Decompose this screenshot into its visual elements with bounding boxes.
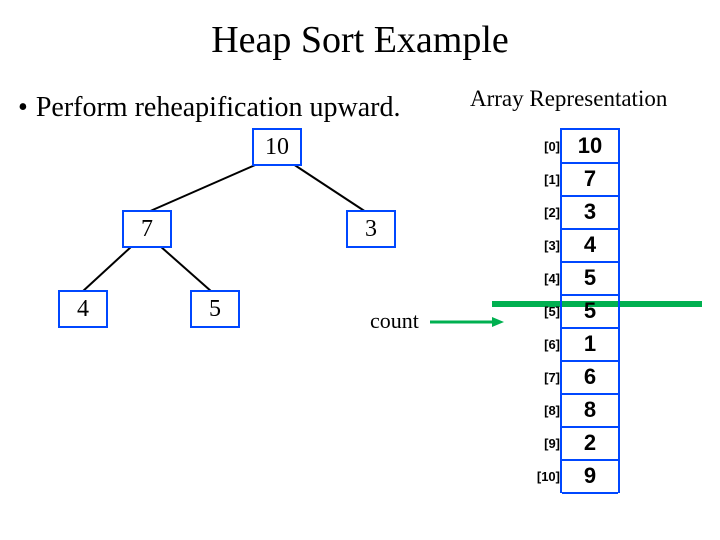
array-index: [3] (520, 238, 560, 253)
array-index: [0] (520, 139, 560, 154)
array-row: [3]4 (562, 229, 618, 262)
array-index: [2] (520, 205, 560, 220)
array-row: [0]10 (562, 130, 618, 163)
count-arrow-icon (430, 316, 510, 336)
array-cell: 5 (562, 261, 618, 296)
tree-node-left-right: 5 (190, 290, 240, 328)
array-cell: 1 (562, 327, 618, 362)
array-row: [5]5 (562, 295, 618, 328)
array-cell: 6 (562, 360, 618, 395)
tree-node-left: 7 (122, 210, 172, 248)
tree-edges (0, 0, 500, 400)
array-row: [10]9 (562, 460, 618, 493)
array-row: [9]2 (562, 427, 618, 460)
array-index: [5] (520, 304, 560, 319)
array-index: [4] (520, 271, 560, 286)
array-index: [8] (520, 403, 560, 418)
array-cell: 9 (562, 459, 618, 494)
array-row: [8]8 (562, 394, 618, 427)
array-row: [1]7 (562, 163, 618, 196)
tree-node-right: 3 (346, 210, 396, 248)
array-cell: 4 (562, 228, 618, 263)
tree-node-left-left: 4 (58, 290, 108, 328)
array-index: [1] (520, 172, 560, 187)
array-row: [6]1 (562, 328, 618, 361)
array-row: [4]5 (562, 262, 618, 295)
array-cell: 10 (562, 129, 618, 164)
array-index: [9] (520, 436, 560, 451)
count-label: count (370, 308, 419, 334)
array-index: [10] (520, 469, 560, 484)
tree-node-root: 10 (252, 128, 302, 166)
array-cell: 2 (562, 426, 618, 461)
array-index: [7] (520, 370, 560, 385)
array-cell: 7 (562, 162, 618, 197)
array-index: [6] (520, 337, 560, 352)
array-cell: 8 (562, 393, 618, 428)
array-cell: 5 (562, 294, 618, 329)
array-row: [7]6 (562, 361, 618, 394)
array-cell: 3 (562, 195, 618, 230)
array-row: [2]3 (562, 196, 618, 229)
array-table: [0]10 [1]7 [2]3 [3]4 [4]5 [5]5 [6]1 [7]6… (560, 128, 620, 493)
